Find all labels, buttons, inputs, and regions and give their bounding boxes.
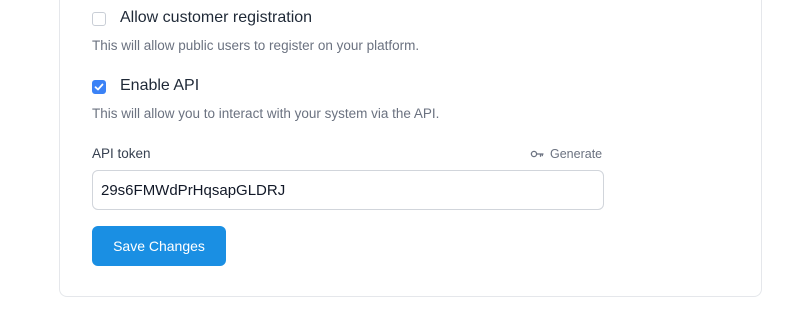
save-changes-button[interactable]: Save Changes [92,226,226,266]
customer-registration-description: This will allow public users to register… [92,38,420,53]
checkmark-icon [94,83,104,91]
generate-label: Generate [550,147,603,161]
enable-api-checkbox[interactable] [92,80,106,94]
key-icon [530,150,544,158]
enable-api-label[interactable]: Enable API [120,77,199,95]
customer-registration-checkbox[interactable] [92,12,106,26]
enable-api-description: This will allow you to interact with you… [92,106,440,121]
api-token-label: API token [92,146,151,161]
api-token-input[interactable] [92,170,604,210]
generate-token-button[interactable]: Generate [530,147,602,161]
customer-registration-label[interactable]: Allow customer registration [120,9,312,27]
